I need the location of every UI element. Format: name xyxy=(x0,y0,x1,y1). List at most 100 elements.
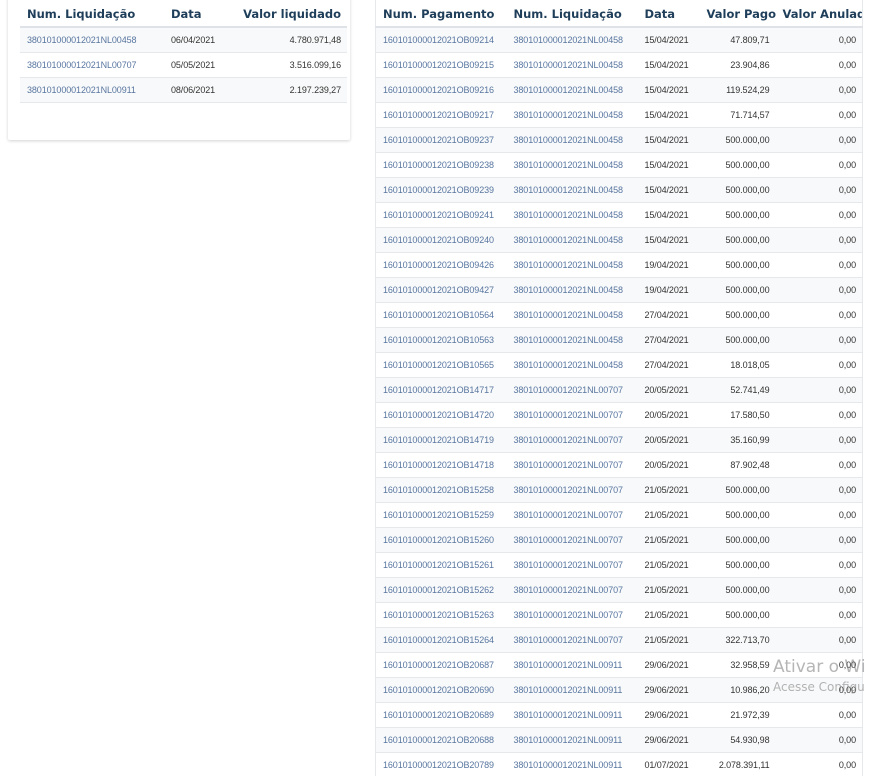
valor-pago-cell: 500.000,00 xyxy=(699,527,776,553)
num-pagamento-link[interactable]: 160101000012021OB15261 xyxy=(375,552,507,578)
col-header-num-liquidacao[interactable]: Num. Liquidação xyxy=(506,0,638,28)
num-pagamento-link[interactable]: 160101000012021OB14719 xyxy=(375,427,507,453)
valor-pago-cell: 500.000,00 xyxy=(699,327,776,353)
col-header-valor-anulado[interactable]: Valor Anulado xyxy=(775,0,863,28)
data-cell: 21/05/2021 xyxy=(637,502,700,528)
num-pagamento-link[interactable]: 160101000012021OB09426 xyxy=(375,252,507,278)
num-liquidacao-link[interactable]: 380101000012021NL00458 xyxy=(506,77,638,103)
num-liquidacao-link[interactable]: 380101000012021NL00458 xyxy=(506,102,638,128)
data-cell: 29/06/2021 xyxy=(637,652,700,678)
num-liquidacao-link[interactable]: 380101000012021NL00707 xyxy=(506,477,638,503)
num-liquidacao-link[interactable]: 380101000012021NL00458 xyxy=(506,352,638,378)
num-pagamento-link[interactable]: 160101000012021OB09216 xyxy=(375,77,507,103)
num-pagamento-link[interactable]: 160101000012021OB14720 xyxy=(375,402,507,428)
num-liquidacao-link[interactable]: 380101000012021NL00707 xyxy=(506,602,638,628)
liquidacoes-table: Num. Liquidação Data Valor liquidado 380… xyxy=(20,0,347,103)
num-pagamento-link[interactable]: 160101000012021OB15260 xyxy=(375,527,507,553)
valor-anulado-cell: 0,00 xyxy=(775,502,863,528)
num-pagamento-link[interactable]: 160101000012021OB20690 xyxy=(375,677,507,703)
num-liquidacao-link[interactable]: 380101000012021NL00911 xyxy=(506,727,638,753)
num-liquidacao-link[interactable]: 380101000012021NL00458 xyxy=(506,252,638,278)
num-pagamento-link[interactable]: 160101000012021OB10565 xyxy=(375,352,507,378)
num-pagamento-link[interactable]: 160101000012021OB09241 xyxy=(375,202,507,228)
num-pagamento-link[interactable]: 160101000012021OB10564 xyxy=(375,302,507,328)
num-pagamento-link[interactable]: 160101000012021OB20789 xyxy=(375,752,507,776)
num-liquidacao-link[interactable]: 380101000012021NL00458 xyxy=(506,227,638,253)
num-liquidacao-link[interactable]: 380101000012021NL00458 xyxy=(506,52,638,78)
num-liquidacao-link[interactable]: 380101000012021NL00458 xyxy=(506,202,638,228)
data-cell: 21/05/2021 xyxy=(637,527,700,553)
data-cell: 15/04/2021 xyxy=(637,52,700,78)
pagamentos-body: 160101000012021OB09214 380101000012021NL0… xyxy=(375,26,863,776)
col-header-data[interactable]: Data xyxy=(637,0,700,28)
valor-pago-cell: 322.713,70 xyxy=(699,627,776,653)
valor-pago-cell: 21.972,39 xyxy=(699,702,776,728)
num-liquidacao-link[interactable]: 380101000012021NL00458 xyxy=(506,327,638,353)
num-liquidacao-link[interactable]: 380101000012021NL00911 xyxy=(506,702,638,728)
num-pagamento-link[interactable]: 160101000012021OB20688 xyxy=(375,727,507,753)
valor-pago-cell: 87.902,48 xyxy=(699,452,776,478)
col-header-valor-pago[interactable]: Valor Pago xyxy=(699,0,776,28)
num-liquidacao-link[interactable]: 380101000012021NL00458 xyxy=(506,277,638,303)
num-liquidacao-link[interactable]: 380101000012021NL00707 xyxy=(506,527,638,553)
num-pagamento-link[interactable]: 160101000012021OB09217 xyxy=(375,102,507,128)
col-header-data[interactable]: Data xyxy=(164,0,231,28)
num-liquidacao-link[interactable]: 380101000012021NL00458 xyxy=(506,177,638,203)
data-cell: 27/04/2021 xyxy=(637,302,700,328)
num-liquidacao-link[interactable]: 380101000012021NL00911 xyxy=(506,652,638,678)
data-cell: 29/06/2021 xyxy=(637,727,700,753)
num-liquidacao-link[interactable]: 380101000012021NL00458 xyxy=(20,26,164,53)
num-liquidacao-link[interactable]: 380101000012021NL00458 xyxy=(506,152,638,178)
num-liquidacao-link[interactable]: 380101000012021NL00707 xyxy=(506,427,638,453)
num-liquidacao-link[interactable]: 380101000012021NL00707 xyxy=(506,627,638,653)
num-pagamento-link[interactable]: 160101000012021OB09240 xyxy=(375,227,507,253)
data-cell: 15/04/2021 xyxy=(637,227,700,253)
num-pagamento-link[interactable]: 160101000012021OB20689 xyxy=(375,702,507,728)
data-cell: 27/04/2021 xyxy=(637,327,700,353)
valor-liquidado-cell: 3.516.099,16 xyxy=(231,52,347,78)
valor-anulado-cell: 0,00 xyxy=(775,402,863,428)
num-liquidacao-link[interactable]: 380101000012021NL00707 xyxy=(20,52,164,78)
num-liquidacao-link[interactable]: 380101000012021NL00707 xyxy=(506,502,638,528)
pagamentos-table: Num. Pagamento Num. Liquidação Data Valo… xyxy=(375,0,863,776)
num-liquidacao-link[interactable]: 380101000012021NL00707 xyxy=(506,452,638,478)
table-row: 160101000012021OB09237 380101000012021NL0… xyxy=(375,127,863,153)
valor-pago-cell: 500.000,00 xyxy=(699,127,776,153)
col-header-num-pagamento[interactable]: Num. Pagamento xyxy=(375,0,507,28)
table-row: 160101000012021OB09241 380101000012021NL0… xyxy=(375,202,863,228)
num-pagamento-link[interactable]: 160101000012021OB09239 xyxy=(375,177,507,203)
num-pagamento-link[interactable]: 160101000012021OB15259 xyxy=(375,502,507,528)
num-pagamento-link[interactable]: 160101000012021OB14717 xyxy=(375,377,507,403)
num-liquidacao-link[interactable]: 380101000012021NL00911 xyxy=(506,752,638,776)
valor-pago-cell: 500.000,00 xyxy=(699,277,776,303)
data-cell: 15/04/2021 xyxy=(637,26,700,53)
num-pagamento-link[interactable]: 160101000012021OB15263 xyxy=(375,602,507,628)
col-header-num-liquidacao[interactable]: Num. Liquidação xyxy=(20,0,164,28)
valor-anulado-cell: 0,00 xyxy=(775,26,863,53)
num-liquidacao-link[interactable]: 380101000012021NL00458 xyxy=(506,26,638,53)
num-pagamento-link[interactable]: 160101000012021OB09237 xyxy=(375,127,507,153)
valor-anulado-cell: 0,00 xyxy=(775,127,863,153)
liquidacoes-header-row: Num. Liquidação Data Valor liquidado xyxy=(20,0,347,28)
num-liquidacao-link[interactable]: 380101000012021NL00707 xyxy=(506,402,638,428)
num-pagamento-link[interactable]: 160101000012021OB09238 xyxy=(375,152,507,178)
num-liquidacao-link[interactable]: 380101000012021NL00707 xyxy=(506,577,638,603)
num-pagamento-link[interactable]: 160101000012021OB15262 xyxy=(375,577,507,603)
num-pagamento-link[interactable]: 160101000012021OB15264 xyxy=(375,627,507,653)
num-pagamento-link[interactable]: 160101000012021OB09214 xyxy=(375,26,507,53)
num-liquidacao-link[interactable]: 380101000012021NL00707 xyxy=(506,377,638,403)
num-liquidacao-link[interactable]: 380101000012021NL00458 xyxy=(506,127,638,153)
valor-pago-cell: 54.930,98 xyxy=(699,727,776,753)
num-pagamento-link[interactable]: 160101000012021OB09427 xyxy=(375,277,507,303)
num-pagamento-link[interactable]: 160101000012021OB20687 xyxy=(375,652,507,678)
num-liquidacao-link[interactable]: 380101000012021NL00911 xyxy=(20,77,164,103)
num-pagamento-link[interactable]: 160101000012021OB10563 xyxy=(375,327,507,353)
col-header-valor-liquidado[interactable]: Valor liquidado xyxy=(231,0,347,28)
num-pagamento-link[interactable]: 160101000012021OB14718 xyxy=(375,452,507,478)
num-liquidacao-link[interactable]: 380101000012021NL00707 xyxy=(506,552,638,578)
valor-pago-cell: 52.741,49 xyxy=(699,377,776,403)
num-pagamento-link[interactable]: 160101000012021OB15258 xyxy=(375,477,507,503)
num-liquidacao-link[interactable]: 380101000012021NL00911 xyxy=(506,677,638,703)
num-pagamento-link[interactable]: 160101000012021OB09215 xyxy=(375,52,507,78)
num-liquidacao-link[interactable]: 380101000012021NL00458 xyxy=(506,302,638,328)
